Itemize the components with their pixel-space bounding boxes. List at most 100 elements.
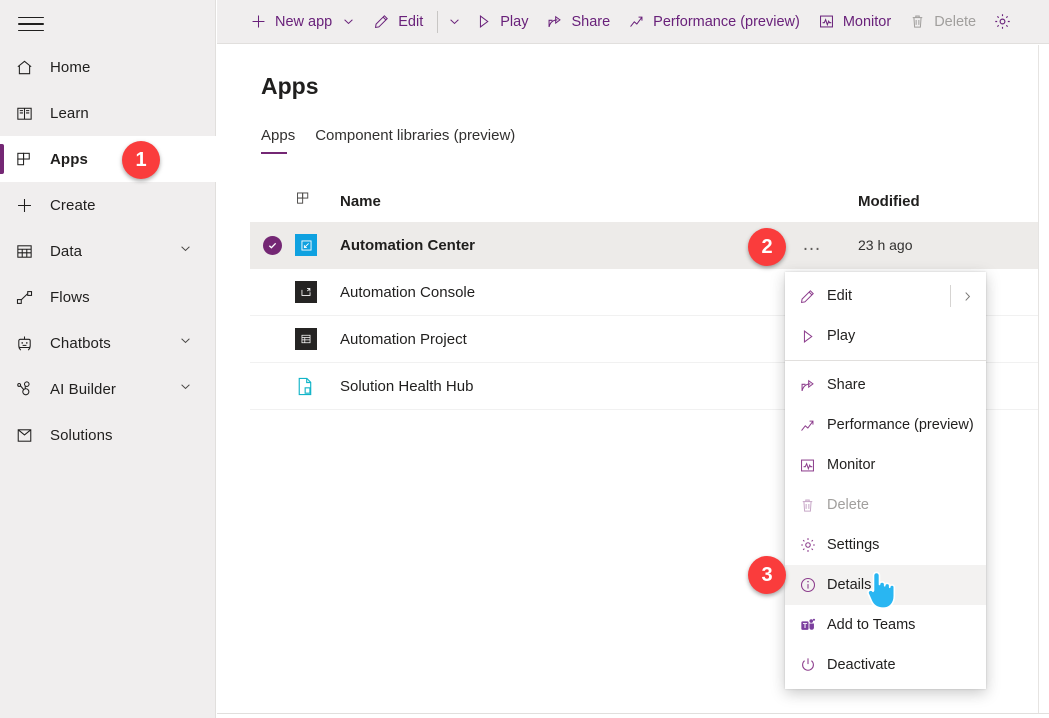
sidebar-item-label: Data	[50, 243, 82, 260]
performance-icon	[628, 13, 645, 30]
pencil-icon	[373, 13, 390, 30]
sidebar-item-create[interactable]: Create	[0, 182, 216, 228]
share-icon	[799, 377, 825, 394]
menu-item-label: Share	[827, 377, 866, 393]
row-app-icon	[295, 234, 340, 256]
share-icon	[546, 13, 563, 30]
menu-item-monitor[interactable]: Monitor	[785, 445, 986, 485]
menu-item-settings[interactable]: Settings	[785, 525, 986, 565]
row-more-actions[interactable]: …	[798, 240, 858, 250]
play-icon	[799, 328, 825, 345]
robot-icon	[15, 334, 41, 353]
gear-icon	[993, 12, 1012, 31]
row-app-name[interactable]: Automation Center	[340, 237, 798, 254]
chevron-down-icon[interactable]	[342, 15, 355, 28]
sidebar-item-label: AI Builder	[50, 381, 116, 398]
monitor-button[interactable]: Monitor	[809, 0, 900, 44]
play-button[interactable]: Play	[466, 0, 537, 44]
menu-item-label: Play	[827, 328, 855, 344]
flow-icon	[15, 288, 41, 307]
annotation-badge-1: 1	[122, 141, 160, 179]
delete-button[interactable]: Delete	[900, 0, 985, 44]
new-app-button[interactable]: New app	[241, 0, 364, 44]
command-bar: New app Edit Play	[217, 0, 1049, 44]
info-icon	[799, 576, 825, 594]
plus-icon	[250, 13, 267, 30]
ai-builder-icon	[15, 380, 41, 399]
sidebar-item-apps[interactable]: Apps	[0, 136, 216, 182]
sidebar-item-flows[interactable]: Flows	[0, 274, 216, 320]
chevron-down-icon[interactable]	[179, 242, 192, 260]
chevron-right-icon[interactable]	[961, 290, 974, 303]
app-table-icon	[295, 328, 317, 350]
gear-icon	[799, 536, 825, 554]
settings-button[interactable]	[985, 0, 1020, 44]
sidebar-item-label: Home	[50, 59, 90, 76]
sidebar-item-ai-builder[interactable]: AI Builder	[0, 366, 216, 412]
play-icon	[475, 13, 492, 30]
tab-apps[interactable]: Apps	[261, 127, 305, 154]
row-app-icon	[295, 328, 340, 350]
chevron-down-icon[interactable]	[179, 334, 192, 352]
row-app-name[interactable]: Solution Health Hub	[340, 378, 798, 395]
share-button[interactable]: Share	[537, 0, 619, 44]
sidebar-item-learn[interactable]: Learn	[0, 90, 216, 136]
tab-component-libraries[interactable]: Component libraries (preview)	[305, 127, 525, 154]
annotation-badge-3: 3	[748, 556, 786, 594]
menu-item-add-to-teams[interactable]: Add to Teams	[785, 605, 986, 645]
table-row[interactable]: Automation Center … 23 h ago	[250, 222, 1038, 269]
row-checkbox[interactable]	[250, 236, 295, 255]
power-icon	[799, 656, 825, 674]
sidebar-item-label: Chatbots	[50, 335, 111, 352]
row-app-name[interactable]: Automation Project	[340, 331, 798, 348]
performance-label: Performance (preview)	[653, 14, 800, 30]
command-separator	[437, 11, 438, 33]
menu-item-deactivate[interactable]: Deactivate	[785, 645, 986, 685]
sidebar-item-chatbots[interactable]: Chatbots	[0, 320, 216, 366]
edit-dropdown-button[interactable]	[443, 0, 466, 44]
sidebar-item-solutions[interactable]: Solutions	[0, 412, 216, 458]
scrollbar-track[interactable]	[1038, 45, 1039, 713]
menu-item-label: Settings	[827, 537, 879, 553]
row-app-icon	[295, 375, 340, 397]
column-header-icon	[295, 190, 340, 212]
table-icon	[15, 242, 41, 261]
tab-strip: Apps Component libraries (preview)	[261, 127, 525, 154]
chevron-down-icon	[448, 15, 461, 28]
menu-item-label: Delete	[827, 497, 869, 513]
column-header-name[interactable]: Name	[340, 193, 798, 210]
delete-label: Delete	[934, 14, 976, 30]
column-header-modified[interactable]: Modified	[858, 193, 1038, 210]
power-apps-window: Home Learn Apps	[0, 0, 1049, 718]
tab-label: Apps	[261, 127, 295, 144]
tab-label: Component libraries (preview)	[315, 127, 515, 144]
content-bottom-border	[217, 713, 1049, 714]
row-context-menu: Edit Play Share Performance (preview)	[785, 272, 986, 689]
menu-item-performance[interactable]: Performance (preview)	[785, 405, 986, 445]
menu-item-edit[interactable]: Edit	[785, 276, 986, 316]
menu-item-delete[interactable]: Delete	[785, 485, 986, 525]
menu-item-label: Monitor	[827, 457, 875, 473]
menu-item-play[interactable]: Play	[785, 316, 986, 356]
sidebar-item-label: Create	[50, 197, 96, 214]
pencil-icon	[799, 288, 825, 305]
chevron-down-icon[interactable]	[179, 380, 192, 398]
app-modeldriven-icon	[295, 281, 317, 303]
plus-icon	[15, 196, 41, 215]
ellipsis-icon[interactable]: …	[802, 240, 824, 250]
monitor-icon	[818, 13, 835, 30]
apps-grid-icon	[295, 190, 312, 212]
row-app-name[interactable]: Automation Console	[340, 284, 798, 301]
performance-button[interactable]: Performance (preview)	[619, 0, 809, 44]
hamburger-icon[interactable]	[14, 12, 48, 36]
app-page-icon	[295, 375, 317, 397]
new-app-label: New app	[275, 14, 332, 30]
menu-item-share[interactable]: Share	[785, 365, 986, 405]
checkmark-icon	[263, 236, 282, 255]
sidebar-item-data[interactable]: Data	[0, 228, 216, 274]
sidebar-nav-list: Home Learn Apps	[0, 44, 216, 458]
menu-item-details[interactable]: Details	[785, 565, 986, 605]
sidebar-item-home[interactable]: Home	[0, 44, 216, 90]
sidebar-item-label: Flows	[50, 289, 90, 306]
edit-button[interactable]: Edit	[364, 0, 432, 44]
